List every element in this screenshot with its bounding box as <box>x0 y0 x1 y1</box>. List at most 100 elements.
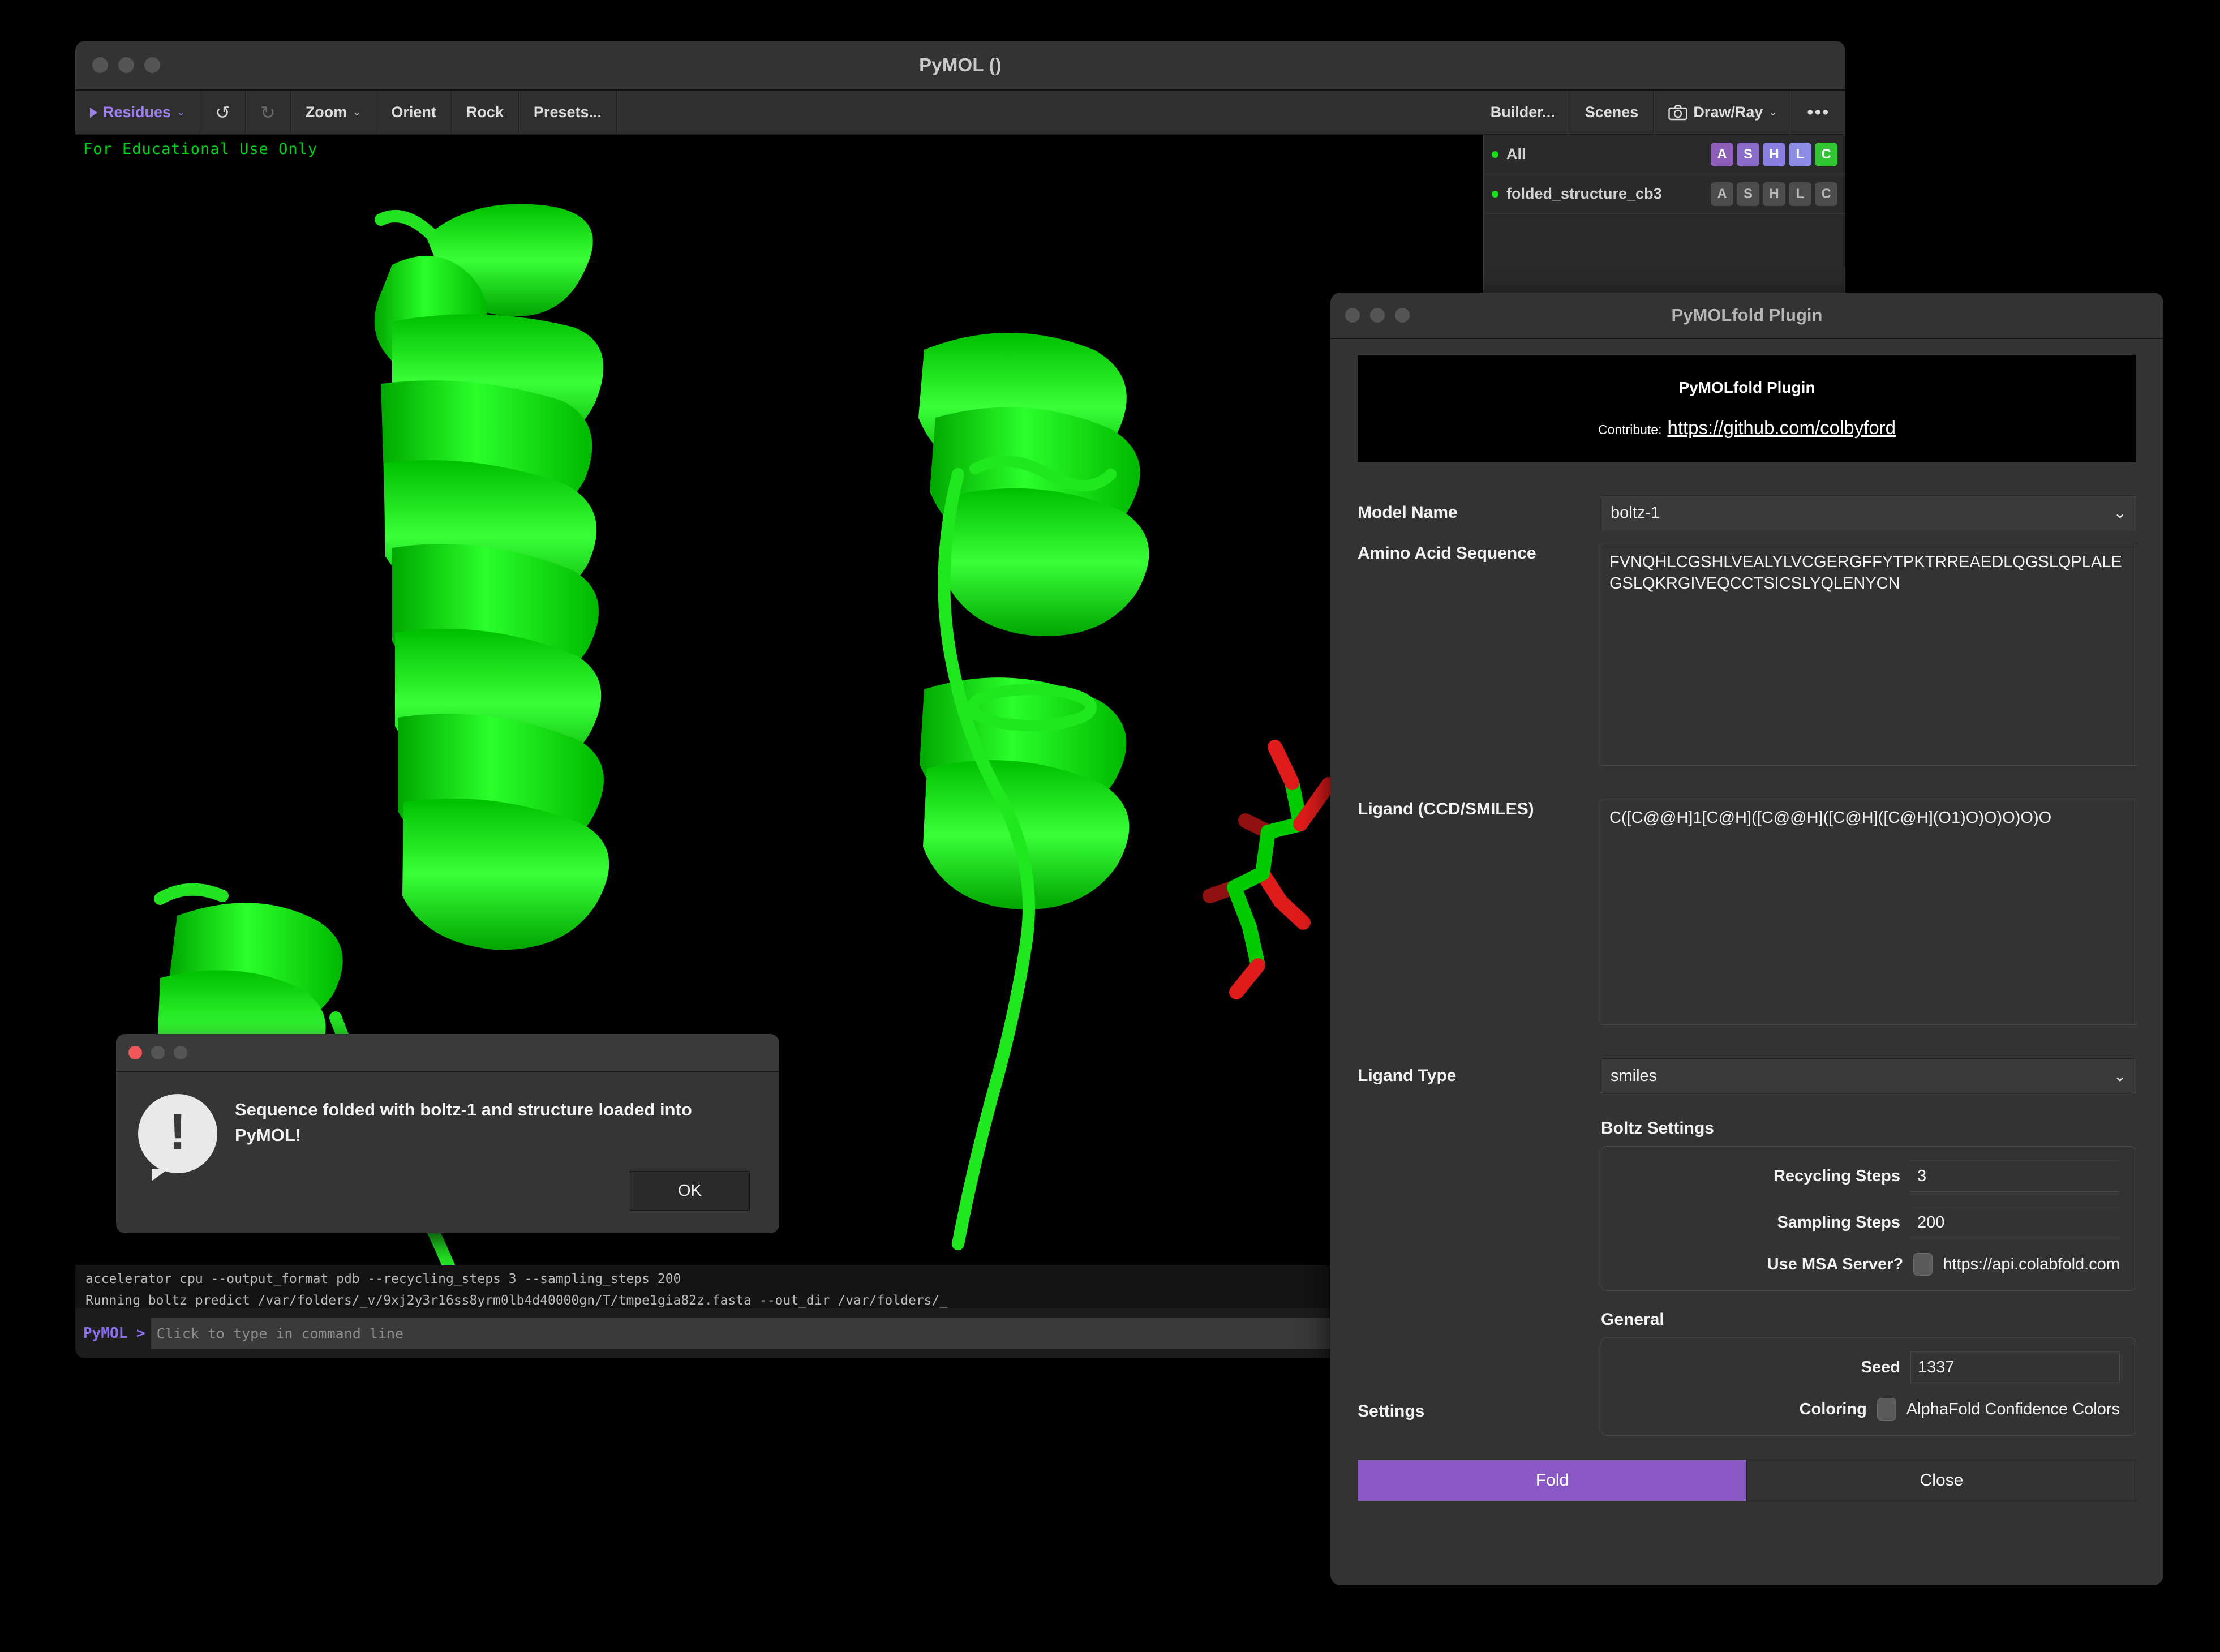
banner-title: PyMOLfold Plugin <box>1678 379 1815 396</box>
ligand-control: C([C@@H]1[C@H]([C@@H]([C@H]([C@H](O1)O)O… <box>1601 800 2136 1025</box>
seed-input[interactable]: 1337 <box>1910 1351 2120 1383</box>
ligand-type-select[interactable]: smiles ⌄ <box>1601 1058 2136 1093</box>
camera-icon <box>1668 105 1688 121</box>
ligand-row: Ligand (CCD/SMILES) C([C@@H]1[C@H]([C@@H… <box>1358 800 2136 1042</box>
plugin-banner: PyMOLfold Plugin Contribute: https://git… <box>1358 355 2136 462</box>
toolbar-residues-button[interactable]: Residues ⌄ <box>75 91 201 134</box>
close-button[interactable]: Close <box>1747 1460 2136 1501</box>
rep-button-hide[interactable]: H <box>1763 182 1785 206</box>
seed-row: Seed 1337 <box>1617 1351 2120 1383</box>
rep-button-actions[interactable]: A <box>1711 142 1733 166</box>
github-link[interactable]: https://github.com/colbyford <box>1667 417 1896 439</box>
boltz-settings-title: Boltz Settings <box>1601 1119 1714 1138</box>
ligand-type-label: Ligand Type <box>1358 1066 1457 1085</box>
plugin-titlebar: PyMOLfold Plugin <box>1330 293 2163 339</box>
toolbar-presets-button[interactable]: Presets... <box>519 91 617 134</box>
fold-button[interactable]: Fold <box>1358 1460 1747 1501</box>
alert-body: ! Sequence folded with boltz-1 and struc… <box>116 1072 779 1181</box>
object-name: folded_structure_cb3 <box>1506 185 1662 202</box>
toolbar-builder-label: Builder... <box>1490 104 1555 121</box>
close-button[interactable] <box>128 1046 142 1059</box>
model-name-label: Model Name <box>1358 503 1458 522</box>
toolbar-orient-label: Orient <box>391 104 436 121</box>
ligand-input[interactable]: C([C@@H]1[C@H]([C@@H]([C@H]([C@H](O1)O)O… <box>1601 800 2136 1025</box>
toolbar-presets-label: Presets... <box>533 104 602 121</box>
model-name-select[interactable]: boltz-1 ⌄ <box>1601 495 2136 530</box>
toolbar-rock-label: Rock <box>466 104 504 121</box>
toolbar-orient-button[interactable]: Orient <box>376 91 452 134</box>
pymol-toolbar: Residues ⌄ ↺ ↻ Zoom ⌄ Orient Rock Preset… <box>75 91 1845 135</box>
toolbar-scenes-label: Scenes <box>1585 104 1639 121</box>
undo-icon: ↺ <box>215 102 230 123</box>
toolbar-builder-button[interactable]: Builder... <box>1476 91 1570 134</box>
seed-label: Seed <box>1861 1358 1900 1376</box>
pymol-titlebar: PyMOL () <box>75 41 1845 91</box>
rep-button-actions[interactable]: A <box>1711 182 1733 206</box>
alphafold-confidence-colors-checkbox[interactable] <box>1877 1398 1896 1421</box>
toolbar-overflow-button[interactable]: ••• <box>1792 91 1845 134</box>
general-settings-group: Seed 1337 Coloring AlphaFold Confidence … <box>1601 1337 2136 1436</box>
pymolfold-plugin-dialog: PyMOLfold Plugin PyMOLfold Plugin Contri… <box>1330 293 2163 1585</box>
use-msa-server-row: Use MSA Server? https://api.colabfold.co… <box>1617 1253 2120 1276</box>
ligand-type-control: smiles ⌄ <box>1601 1058 2136 1093</box>
plugin-window-title: PyMOLfold Plugin <box>1671 305 1823 325</box>
amino-acid-sequence-label: Amino Acid Sequence <box>1358 544 1536 563</box>
rep-button-color[interactable]: C <box>1815 142 1837 166</box>
screen-root: PyMOL () Residues ⌄ ↺ ↻ Zoom ⌄ Orient Ro… <box>0 0 2220 1652</box>
object-row-all[interactable]: All A S H L C <box>1484 135 1845 174</box>
toolbar-undo-button[interactable]: ↺ <box>200 91 246 134</box>
representation-buttons[interactable]: A S H L C <box>1711 182 1837 206</box>
rep-button-show[interactable]: S <box>1737 182 1759 206</box>
settings-row: Settings Boltz Settings Recycling Steps … <box>1358 1119 2136 1436</box>
command-prompt-label: PyMOL > <box>83 1325 145 1342</box>
rep-button-hide[interactable]: H <box>1763 142 1785 166</box>
coloring-label: Coloring <box>1799 1400 1867 1418</box>
alert-icon-wrap: ! <box>135 1089 220 1181</box>
overflow-menu-icon: ••• <box>1807 102 1830 122</box>
coloring-row: Coloring AlphaFold Confidence Colors <box>1617 1398 2120 1421</box>
ligand-type-row: Ligand Type smiles ⌄ <box>1358 1046 2136 1105</box>
amino-acid-sequence-control: FVNQHLCGSHLVEALYLVCGERGFFYTPKTRREAEDLQGS… <box>1601 544 2136 766</box>
sampling-steps-input[interactable]: 200 <box>1910 1207 2120 1238</box>
enabled-dot-icon <box>1492 151 1498 158</box>
toolbar-residues-label: Residues <box>103 104 171 121</box>
use-msa-server-label: Use MSA Server? <box>1767 1255 1904 1273</box>
ligand-type-value: smiles <box>1611 1066 1658 1085</box>
toolbar-drawray-button[interactable]: Draw/Ray ⌄ <box>1654 91 1793 134</box>
chevron-down-icon: ⌄ <box>2113 504 2127 522</box>
representation-buttons[interactable]: A S H L C <box>1711 142 1837 166</box>
console-line: accelerator cpu --output_format pdb --re… <box>85 1272 681 1286</box>
object-name: All <box>1506 145 1526 162</box>
alphafold-confidence-colors-label: AlphaFold Confidence Colors <box>1906 1400 2120 1418</box>
amino-acid-sequence-input[interactable]: FVNQHLCGSHLVEALYLVCGERGFFYTPKTRREAEDLQGS… <box>1601 544 2136 766</box>
model-name-row: Model Name boltz-1 ⌄ <box>1358 482 2136 544</box>
chevron-down-icon: ⌄ <box>1768 106 1777 118</box>
alert-ok-button[interactable]: OK <box>630 1171 750 1211</box>
chevron-down-icon: ⌄ <box>353 106 362 118</box>
banner-contribute-line: Contribute: https://github.com/colbyford <box>1598 417 1896 439</box>
enabled-dot-icon <box>1492 190 1498 198</box>
rep-button-label[interactable]: L <box>1789 182 1811 206</box>
toolbar-redo-button[interactable]: ↻ <box>246 91 291 134</box>
chevron-down-icon: ⌄ <box>2113 1067 2127 1085</box>
settings-column: Boltz Settings Recycling Steps 3 Samplin… <box>1601 1119 2136 1436</box>
redo-icon: ↻ <box>260 102 276 123</box>
rep-button-color[interactable]: C <box>1815 182 1837 206</box>
use-msa-server-checkbox[interactable] <box>1913 1253 1933 1276</box>
alert-window-controls[interactable] <box>128 1046 187 1059</box>
object-row-folded-structure[interactable]: folded_structure_cb3 A S H L C <box>1484 174 1845 214</box>
msa-server-url: https://api.colabfold.com <box>1943 1255 2120 1273</box>
alert-titlebar <box>116 1034 779 1072</box>
boltz-settings-group: Recycling Steps 3 Sampling Steps 200 Use… <box>1601 1146 2136 1291</box>
rep-button-show[interactable]: S <box>1737 142 1759 166</box>
chevron-down-icon: ⌄ <box>177 106 186 118</box>
model-name-value: boltz-1 <box>1611 503 1660 522</box>
sampling-steps-label: Sampling Steps <box>1777 1213 1900 1232</box>
toolbar-rock-button[interactable]: Rock <box>452 91 519 134</box>
minimize-button[interactable] <box>151 1046 165 1059</box>
maximize-button[interactable] <box>174 1046 187 1059</box>
rep-button-label[interactable]: L <box>1789 142 1811 166</box>
recycling-steps-input[interactable]: 3 <box>1910 1160 2120 1192</box>
toolbar-scenes-button[interactable]: Scenes <box>1570 91 1654 134</box>
toolbar-zoom-button[interactable]: Zoom ⌄ <box>291 91 377 134</box>
